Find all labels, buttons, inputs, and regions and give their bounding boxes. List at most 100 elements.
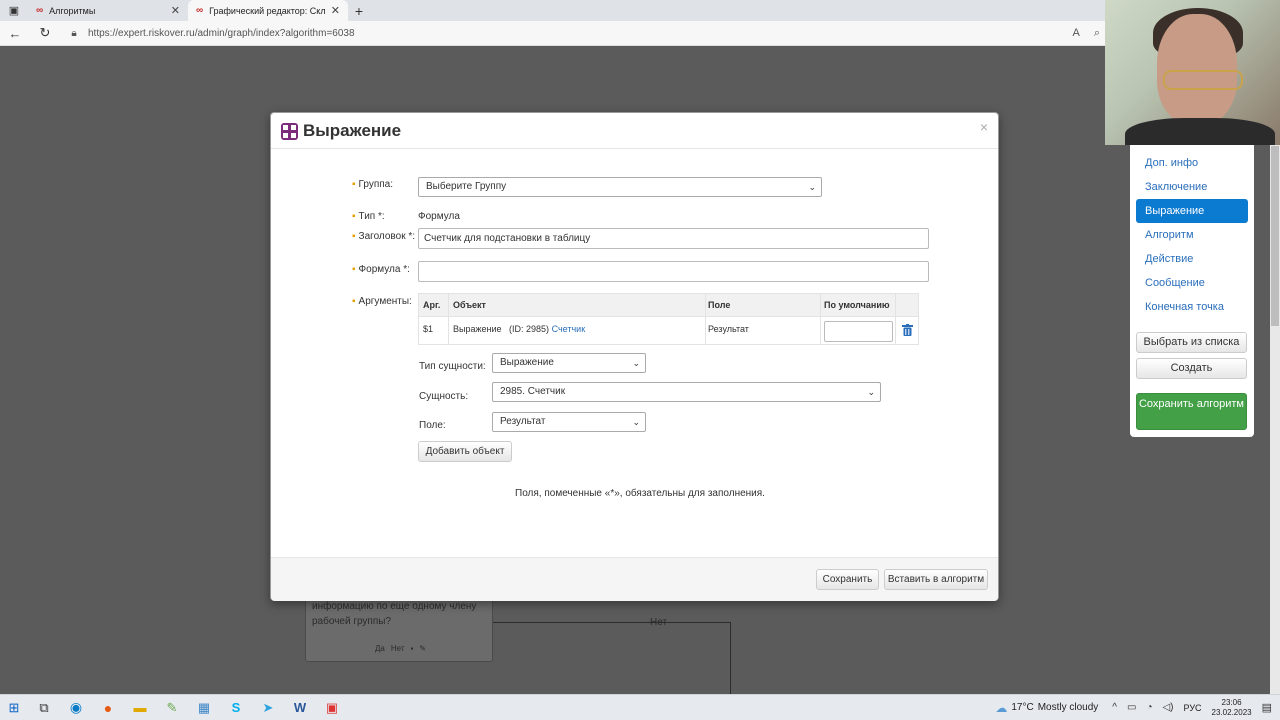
webcam-glasses [1163, 70, 1243, 90]
webcam-overlay [1105, 0, 1280, 145]
create-button[interactable]: Создать [1136, 358, 1247, 379]
choose-from-list-button[interactable]: Выбрать из списка [1136, 332, 1247, 353]
required-note: Поля, помеченные «*», обязательны для за… [515, 488, 765, 499]
table-row-field: Результат [708, 324, 749, 334]
network-icon[interactable]: ▭ [1127, 702, 1136, 713]
default-value-input[interactable] [824, 321, 893, 342]
weather-text[interactable]: Mostly cloudy [1038, 702, 1099, 713]
wifi-icon[interactable]: ◔ [1146, 702, 1152, 713]
panel-item-algorithm[interactable]: Алгоритм [1136, 223, 1248, 247]
taskbar: ⊞ ⧉ ◉ ● ▬ ✎ ▦ S ➤ W ▣ ☁ 17°C Mostly clou… [0, 694, 1280, 720]
table-header: Арг. Объект Поле По умолчанию [419, 294, 918, 317]
reload-icon[interactable]: ↻ [30, 25, 60, 41]
app-icon[interactable]: ✎ [156, 700, 188, 716]
object-id: (ID: 2985) [509, 324, 550, 334]
panel-item-message[interactable]: Сообщение [1136, 271, 1248, 295]
back-icon[interactable]: ← [0, 26, 30, 41]
close-icon[interactable]: × [980, 119, 988, 135]
panel-item-expression[interactable]: Выражение [1136, 199, 1248, 223]
app-icon[interactable]: ▣ [316, 700, 348, 716]
entity-type-select[interactable]: Выражение ⌄ [492, 353, 646, 373]
entity-value: 2985. Счетчик [500, 386, 566, 397]
entity-type-label: Тип сущности: [419, 361, 486, 372]
skype-icon[interactable]: S [220, 700, 252, 715]
field-select[interactable]: Результат ⌄ [492, 412, 646, 432]
language-indicator[interactable]: РУС [1184, 703, 1202, 713]
entity-select[interactable]: 2985. Счетчик ⌄ [492, 382, 881, 402]
url-field[interactable]: https://expert.riskover.ru/admin/graph/i… [88, 28, 1072, 39]
zoom-icon[interactable]: ⌕ [1094, 27, 1100, 40]
save-button[interactable]: Сохранить [816, 569, 879, 590]
task-view-icon[interactable]: ⧉ [28, 700, 60, 716]
tab-title: Алгоритмы [49, 5, 96, 16]
chevron-down-icon: ⌄ [808, 182, 816, 192]
firefox-icon[interactable]: ● [92, 700, 124, 716]
panel-item-conclusion[interactable]: Заключение [1136, 175, 1248, 199]
site-favicon-icon: ∞ [196, 5, 204, 16]
object-type: Выражение [453, 324, 502, 334]
group-select[interactable]: Выберите Группу ⌄ [418, 177, 822, 197]
panel-item-end-point[interactable]: Конечная точка [1136, 295, 1248, 319]
col-field: Поле [708, 300, 731, 310]
expression-icon [281, 123, 298, 140]
type-value: Формула [418, 211, 460, 222]
modal-header: Выражение × [271, 113, 998, 149]
weather-temp[interactable]: 17°C [1011, 702, 1033, 713]
read-aloud-icon[interactable]: A [1072, 27, 1079, 40]
address-bar: ← ↻ 🔒︎ https://expert.riskover.ru/admin/… [0, 21, 1280, 46]
col-arg: Арг. [423, 300, 441, 310]
group-select-value: Выберите Группу [426, 181, 507, 192]
notifications-icon[interactable]: ▤ [1262, 701, 1272, 714]
file-explorer-icon[interactable]: ▬ [124, 700, 156, 715]
word-icon[interactable]: W [284, 700, 316, 715]
webcam-shirt [1125, 118, 1275, 145]
lock-icon[interactable]: 🔒︎ [64, 28, 84, 39]
panel-item-extra-info[interactable]: Доп. инфо [1136, 151, 1248, 175]
trash-icon[interactable] [902, 324, 913, 336]
edge-label: Нет [650, 617, 668, 628]
telegram-icon[interactable]: ➤ [252, 700, 284, 716]
formula-input[interactable] [418, 261, 929, 282]
table-row-arg: $1 [423, 324, 434, 334]
object-link[interactable]: Счетчик [552, 324, 586, 334]
clock-time: 23:06 [1221, 697, 1242, 707]
heading-label: ▪ Заголовок *: [352, 231, 416, 242]
table-row-object: Выражение (ID: 2985) Счетчик [453, 324, 585, 334]
app-icon[interactable]: ▦ [188, 700, 220, 716]
expression-modal: Выражение × ▪ Группа: Выберите Группу ⌄ ▪… [270, 112, 999, 601]
node-actions: Да Нет ▪ ✎ [375, 644, 426, 653]
browser-tab-algorithms[interactable]: ∞ Алгоритмы ✕ [28, 0, 188, 21]
group-label: ▪ Группа: [352, 179, 394, 190]
browser-tab-graph-editor[interactable]: ∞ Графический редактор: Склоне ✕ [188, 0, 348, 21]
node-text: информацию по еще одному члену рабочей г… [312, 601, 477, 627]
node-no-badge: Нет [390, 644, 405, 653]
col-default: По умолчанию [824, 300, 890, 310]
scrollbar-thumb[interactable] [1271, 146, 1279, 326]
browser-tab-bar: ▣ ∞ Алгоритмы ✕ ∞ Графический редактор: … [0, 0, 1280, 21]
clock-date: 23.02.2023 [1211, 707, 1252, 717]
chevron-down-icon: ⌄ [632, 358, 640, 368]
modal-footer: Сохранить Вставить в алгоритм [271, 557, 998, 601]
clock[interactable]: 23:06 23.02.2023 [1212, 698, 1252, 718]
save-algorithm-button[interactable]: Сохранить алгоритм [1136, 393, 1247, 430]
chevron-down-icon: ⌄ [632, 417, 640, 427]
field-value: Результат [500, 416, 546, 427]
node-type-panel: Доп. инфо Заключение Выражение Алгоритм … [1130, 145, 1254, 437]
volume-icon[interactable]: ◁) [1162, 702, 1173, 713]
tab-close-icon[interactable]: ✕ [331, 4, 340, 17]
start-icon[interactable]: ⊞ [0, 700, 28, 716]
heading-input[interactable]: Счетчик для подстановки в таблицу [418, 228, 929, 249]
trash-icon: ▪ [410, 644, 414, 653]
tab-close-icon[interactable]: ✕ [171, 4, 180, 17]
new-tab-icon[interactable]: + [348, 0, 370, 21]
modal-title: Выражение [303, 121, 402, 140]
weather-icon: ☁ [995, 700, 1008, 715]
chevron-up-icon[interactable]: ^ [1112, 702, 1117, 713]
edge-browser-icon[interactable]: ◉ [60, 699, 92, 716]
workspaces-icon[interactable]: ▣ [0, 0, 28, 21]
panel-item-action[interactable]: Действие [1136, 247, 1248, 271]
insert-into-algorithm-button[interactable]: Вставить в алгоритм [884, 569, 988, 590]
webcam-person-face [1157, 14, 1237, 124]
node-yes-badge: Да [375, 644, 385, 653]
add-object-button[interactable]: Добавить объект [418, 441, 512, 462]
